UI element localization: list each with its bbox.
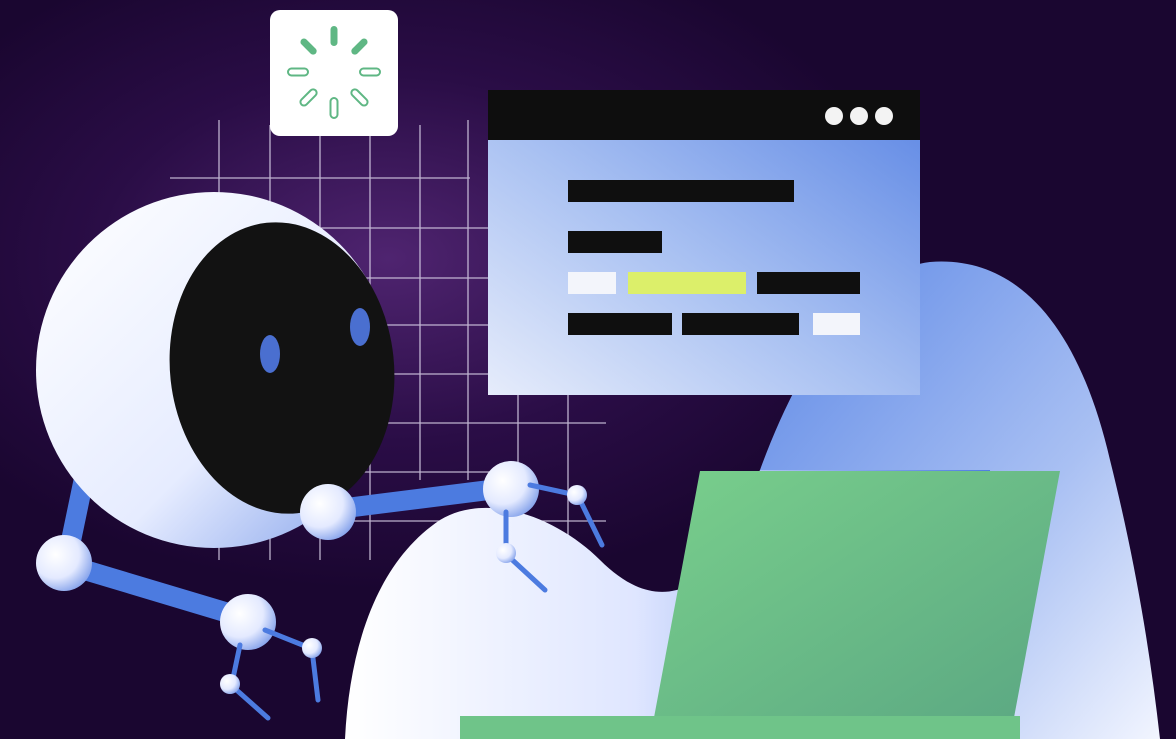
content-block-dark-3 bbox=[682, 313, 799, 335]
robot-wrist-joint bbox=[220, 594, 276, 650]
three-dots-icon bbox=[825, 107, 893, 125]
content-block-white bbox=[568, 272, 616, 294]
laptop-screen bbox=[650, 471, 1060, 739]
robot-eye-right bbox=[350, 308, 370, 346]
content-block-dark-2 bbox=[568, 313, 672, 335]
laptop-base bbox=[460, 716, 1020, 739]
content-block-highlight bbox=[628, 272, 746, 294]
content-line-short bbox=[568, 231, 662, 253]
robot-elbow-joint bbox=[36, 535, 92, 591]
loading-card bbox=[270, 10, 398, 136]
robot-hand-joint bbox=[483, 461, 539, 517]
content-block-white-2 bbox=[813, 313, 860, 335]
robot-shoulder-joint bbox=[300, 484, 356, 540]
content-line-title bbox=[568, 180, 794, 202]
browser-window bbox=[488, 90, 920, 395]
content-block-dark bbox=[757, 272, 860, 294]
robot-eye-left bbox=[260, 335, 280, 373]
robot-illustration bbox=[0, 0, 1176, 739]
illustration-scene bbox=[0, 0, 1176, 739]
